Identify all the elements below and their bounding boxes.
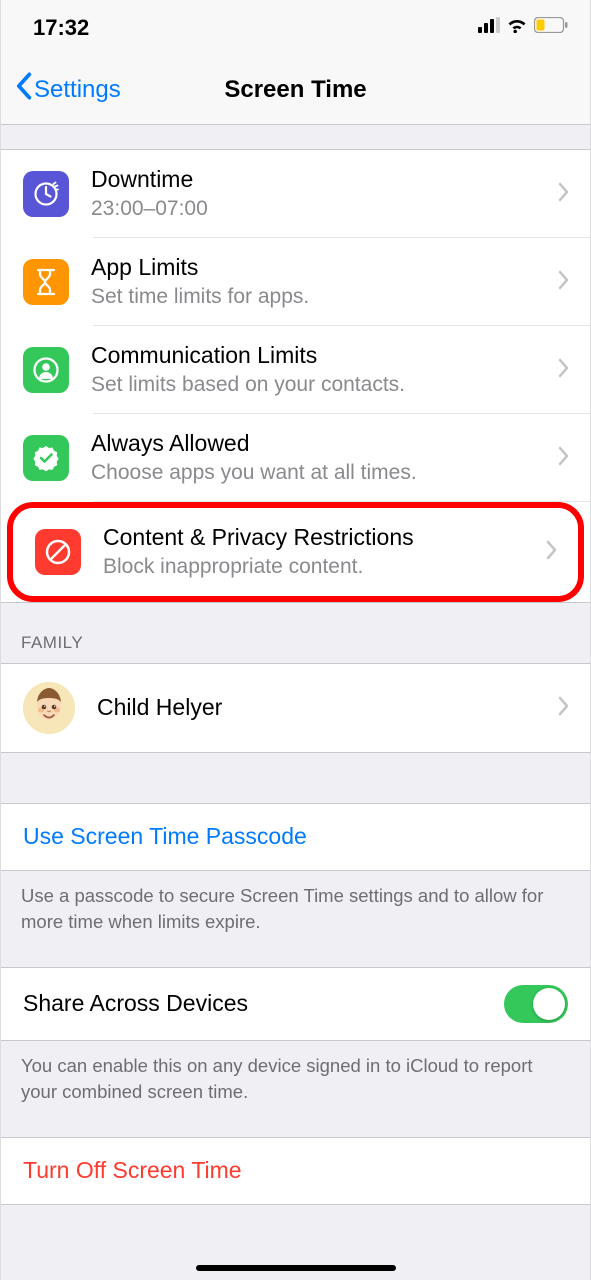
share-footer: You can enable this on any device signed… bbox=[1, 1041, 590, 1105]
check-seal-icon bbox=[23, 435, 69, 481]
row-content-privacy[interactable]: Content & Privacy Restrictions Block ina… bbox=[13, 508, 578, 596]
chevron-right-icon bbox=[558, 696, 570, 721]
share-devices-toggle[interactable] bbox=[504, 985, 568, 1023]
family-group: Child Helyer bbox=[1, 663, 590, 753]
row-family-child[interactable]: Child Helyer bbox=[1, 664, 590, 752]
share-devices-label: Share Across Devices bbox=[23, 989, 504, 1019]
row-communication-limits[interactable]: Communication Limits Set limits based on… bbox=[1, 326, 590, 414]
highlight-annotation: Content & Privacy Restrictions Block ina… bbox=[7, 502, 584, 602]
hourglass-icon bbox=[23, 259, 69, 305]
share-group: Share Across Devices bbox=[1, 967, 590, 1041]
passcode-group: Use Screen Time Passcode bbox=[1, 803, 590, 871]
contact-icon bbox=[23, 347, 69, 393]
comm-limits-title: Communication Limits bbox=[91, 341, 548, 371]
chevron-left-icon bbox=[15, 72, 32, 107]
chevron-right-icon bbox=[558, 358, 570, 383]
wifi-icon bbox=[506, 17, 528, 38]
use-passcode-label: Use Screen Time Passcode bbox=[23, 822, 307, 852]
always-allowed-title: Always Allowed bbox=[91, 429, 548, 459]
row-app-limits[interactable]: App Limits Set time limits for apps. bbox=[1, 238, 590, 326]
app-limits-title: App Limits bbox=[91, 253, 548, 283]
comm-limits-subtitle: Set limits based on your contacts. bbox=[91, 371, 548, 399]
chevron-right-icon bbox=[546, 540, 558, 565]
downtime-subtitle: 23:00–07:00 bbox=[91, 195, 548, 223]
content-privacy-title: Content & Privacy Restrictions bbox=[103, 523, 536, 553]
turnoff-group: Turn Off Screen Time bbox=[1, 1137, 590, 1205]
cellular-icon bbox=[478, 17, 500, 38]
downtime-title: Downtime bbox=[91, 165, 548, 195]
family-header: FAMILY bbox=[1, 603, 590, 663]
status-indicators bbox=[478, 17, 568, 38]
nav-bar: Settings Screen Time bbox=[1, 55, 590, 125]
content-privacy-subtitle: Block inappropriate content. bbox=[103, 553, 536, 581]
app-limits-subtitle: Set time limits for apps. bbox=[91, 283, 548, 311]
family-child-name: Child Helyer bbox=[97, 693, 548, 723]
back-label: Settings bbox=[34, 76, 121, 104]
no-entry-icon bbox=[35, 529, 81, 575]
main-settings-group: Downtime 23:00–07:00 App Limits Set time… bbox=[1, 149, 590, 603]
child-avatar-icon bbox=[23, 682, 75, 734]
status-time: 17:32 bbox=[33, 15, 89, 41]
turn-off-label: Turn Off Screen Time bbox=[23, 1156, 242, 1186]
passcode-footer: Use a passcode to secure Screen Time set… bbox=[1, 871, 590, 935]
back-button[interactable]: Settings bbox=[15, 72, 121, 107]
chevron-right-icon bbox=[558, 182, 570, 207]
chevron-right-icon bbox=[558, 446, 570, 471]
row-share-devices[interactable]: Share Across Devices bbox=[1, 968, 590, 1040]
status-bar: 17:32 bbox=[1, 0, 590, 55]
row-turn-off[interactable]: Turn Off Screen Time bbox=[1, 1138, 590, 1204]
always-allowed-subtitle: Choose apps you want at all times. bbox=[91, 459, 548, 487]
chevron-right-icon bbox=[558, 270, 570, 295]
battery-icon bbox=[534, 17, 568, 38]
home-indicator[interactable] bbox=[196, 1265, 396, 1271]
row-always-allowed[interactable]: Always Allowed Choose apps you want at a… bbox=[1, 414, 590, 502]
downtime-icon bbox=[23, 171, 69, 217]
row-use-passcode[interactable]: Use Screen Time Passcode bbox=[1, 804, 590, 870]
row-downtime[interactable]: Downtime 23:00–07:00 bbox=[1, 150, 590, 238]
